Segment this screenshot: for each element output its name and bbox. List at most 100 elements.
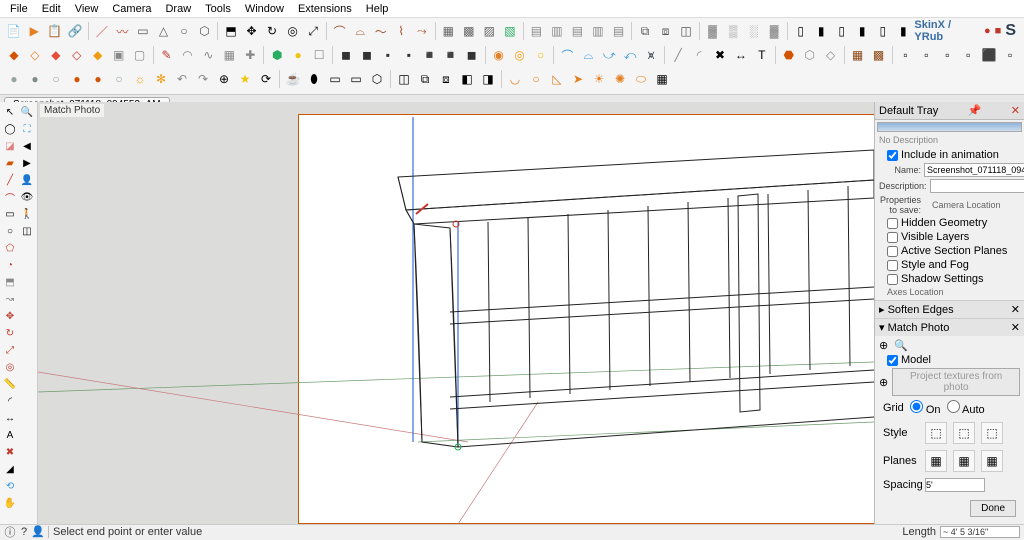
group-icon[interactable]: ▣ <box>109 45 129 65</box>
rot-right-icon[interactable]: ↷ <box>193 69 213 89</box>
menu-camera[interactable]: Camera <box>106 2 157 16</box>
viewport[interactable]: Match Photo <box>38 102 874 524</box>
sm-btn-5-icon[interactable]: ⬛ <box>979 45 999 65</box>
menu-file[interactable]: File <box>4 2 34 16</box>
view-2-icon[interactable]: ▭ <box>346 69 366 89</box>
orbit-icon[interactable]: ⟲ <box>2 478 18 494</box>
arc-icon[interactable]: ◠ <box>178 45 198 65</box>
grid-icon[interactable]: ▦ <box>219 45 239 65</box>
status-help-icon[interactable]: ? <box>18 526 30 538</box>
planes-2-button[interactable]: ▦ <box>953 450 975 472</box>
style-1-button[interactable]: ⬚ <box>925 422 947 444</box>
target-icon[interactable]: ⊕ <box>214 69 234 89</box>
panel-6-icon[interactable]: ▮ <box>894 21 914 41</box>
teapot-icon[interactable]: ☕ <box>283 69 303 89</box>
dark-cube-2-icon[interactable]: ◼ <box>357 45 377 65</box>
bend-3-icon[interactable]: ⤻ <box>599 45 619 65</box>
dark-cube-5-icon[interactable]: ◾ <box>420 45 440 65</box>
status-info-icon[interactable]: ⓘ <box>4 526 16 538</box>
layer-2-icon[interactable]: ◇ <box>25 45 45 65</box>
file-icon[interactable]: 📋 <box>45 21 65 41</box>
style-fog-checkbox[interactable] <box>887 260 898 271</box>
zoom-ext-icon[interactable]: ⛶ <box>19 121 35 137</box>
section-3-icon[interactable]: ◫ <box>676 21 696 41</box>
3d-cube-2-icon[interactable]: ⬡ <box>800 45 820 65</box>
dark-cube-icon[interactable]: ◼ <box>336 45 356 65</box>
arc-tool-icon[interactable]: ⌒ <box>2 189 18 205</box>
close-icon[interactable]: ✕ <box>1011 321 1020 334</box>
layer-4-icon[interactable]: ◇ <box>67 45 87 65</box>
sphere-3-icon[interactable]: ○ <box>46 69 66 89</box>
tray-header[interactable]: Default Tray 📌 ✕ <box>875 102 1024 120</box>
sec-plane-4-icon[interactable]: ◧ <box>457 69 477 89</box>
component-icon[interactable]: ▦ <box>439 21 459 41</box>
walk-icon[interactable]: 🚶 <box>19 206 35 222</box>
position-icon[interactable]: 👤 <box>19 172 35 188</box>
sec-plane-5-icon[interactable]: ◨ <box>478 69 498 89</box>
record-icon[interactable]: ● <box>984 25 991 37</box>
layer-5-icon[interactable]: ◆ <box>88 45 108 65</box>
planes-1-button[interactable]: ▦ <box>925 450 947 472</box>
lasso-icon[interactable]: ◯ <box>2 121 18 137</box>
sm-btn-2-icon[interactable]: ▫ <box>916 45 936 65</box>
dark-cube-4-icon[interactable]: ▪ <box>399 45 419 65</box>
component-3-icon[interactable]: ▨ <box>480 21 500 41</box>
stairs-2-icon[interactable]: ▥ <box>547 21 567 41</box>
style-2-button[interactable]: ⬚ <box>953 422 975 444</box>
look-icon[interactable]: 👁 <box>19 189 35 205</box>
menu-tools[interactable]: Tools <box>199 2 237 16</box>
cross-icon[interactable]: ✚ <box>240 45 260 65</box>
panel-icon[interactable]: ▯ <box>791 21 811 41</box>
scene-desc-input[interactable] <box>930 179 1024 193</box>
panel-2-icon[interactable]: ▮ <box>811 21 831 41</box>
layer-3-icon[interactable]: ◆ <box>46 45 66 65</box>
box-icon[interactable]: ☐ <box>309 45 329 65</box>
cyl-icon[interactable]: ⬮ <box>304 69 324 89</box>
spacing-input[interactable] <box>925 478 985 492</box>
menu-extensions[interactable]: Extensions <box>292 2 358 16</box>
dark-cube-6-icon[interactable]: ◾ <box>441 45 461 65</box>
crosshair-icon[interactable]: ⊕ <box>879 376 888 389</box>
paint-icon[interactable]: ▰ <box>2 155 18 171</box>
hatch-3-icon[interactable]: ░ <box>744 21 764 41</box>
arrow-icon[interactable]: ➤ <box>568 69 588 89</box>
texture-icon[interactable]: ▦ <box>848 45 868 65</box>
menu-window[interactable]: Window <box>239 2 290 16</box>
menu-help[interactable]: Help <box>360 2 395 16</box>
coin-icon[interactable]: ● <box>288 45 308 65</box>
tape-icon[interactable]: 📏 <box>2 376 18 392</box>
line-icon[interactable]: ／ <box>92 21 112 41</box>
measurement-value[interactable]: ~ 4' 5 3/16" <box>940 526 1020 538</box>
rot-left-icon[interactable]: ↶ <box>172 69 192 89</box>
sphere-6-icon[interactable]: ○ <box>109 69 129 89</box>
component-4-icon[interactable]: ▧ <box>500 21 520 41</box>
iso-icon[interactable]: ⬡ <box>367 69 387 89</box>
sm-btn-3-icon[interactable]: ▫ <box>937 45 957 65</box>
polygon-icon[interactable]: ⬡ <box>195 21 215 41</box>
new-file-icon[interactable]: 📄 <box>4 21 24 41</box>
sun-path-icon[interactable]: ☀ <box>589 69 609 89</box>
sphere-icon[interactable]: ● <box>4 69 24 89</box>
shadow-checkbox[interactable] <box>887 274 898 285</box>
texture-2-icon[interactable]: ▩ <box>869 45 889 65</box>
status-person-icon[interactable]: 👤 <box>32 526 44 538</box>
circle-tool-icon[interactable]: ○ <box>2 223 18 239</box>
curve-tool-4-icon[interactable]: ⌇ <box>391 21 411 41</box>
ellipse-icon[interactable]: ⬭ <box>631 69 651 89</box>
pushpull-icon[interactable]: ⬒ <box>221 21 241 41</box>
move-icon[interactable]: ✥ <box>242 21 262 41</box>
active-section-checkbox[interactable] <box>887 246 898 257</box>
sphere-2-icon[interactable]: ● <box>25 69 45 89</box>
include-anim-checkbox[interactable] <box>887 150 898 161</box>
protractor-tool-icon[interactable]: ◜ <box>2 393 18 409</box>
move-tool-icon[interactable]: ✥ <box>2 308 18 324</box>
menu-edit[interactable]: Edit <box>36 2 67 16</box>
curve-tool-5-icon[interactable]: ⤳ <box>412 21 432 41</box>
shape-2-icon[interactable]: ○ <box>526 69 546 89</box>
sec-plane-3-icon[interactable]: ⧈ <box>436 69 456 89</box>
text-icon[interactable]: T <box>752 45 772 65</box>
play-icon[interactable]: ▶ <box>25 21 45 41</box>
ungroup-icon[interactable]: ▢ <box>130 45 150 65</box>
hatch-4-icon[interactable]: ▓ <box>764 21 784 41</box>
render-2-icon[interactable]: ◎ <box>510 45 530 65</box>
